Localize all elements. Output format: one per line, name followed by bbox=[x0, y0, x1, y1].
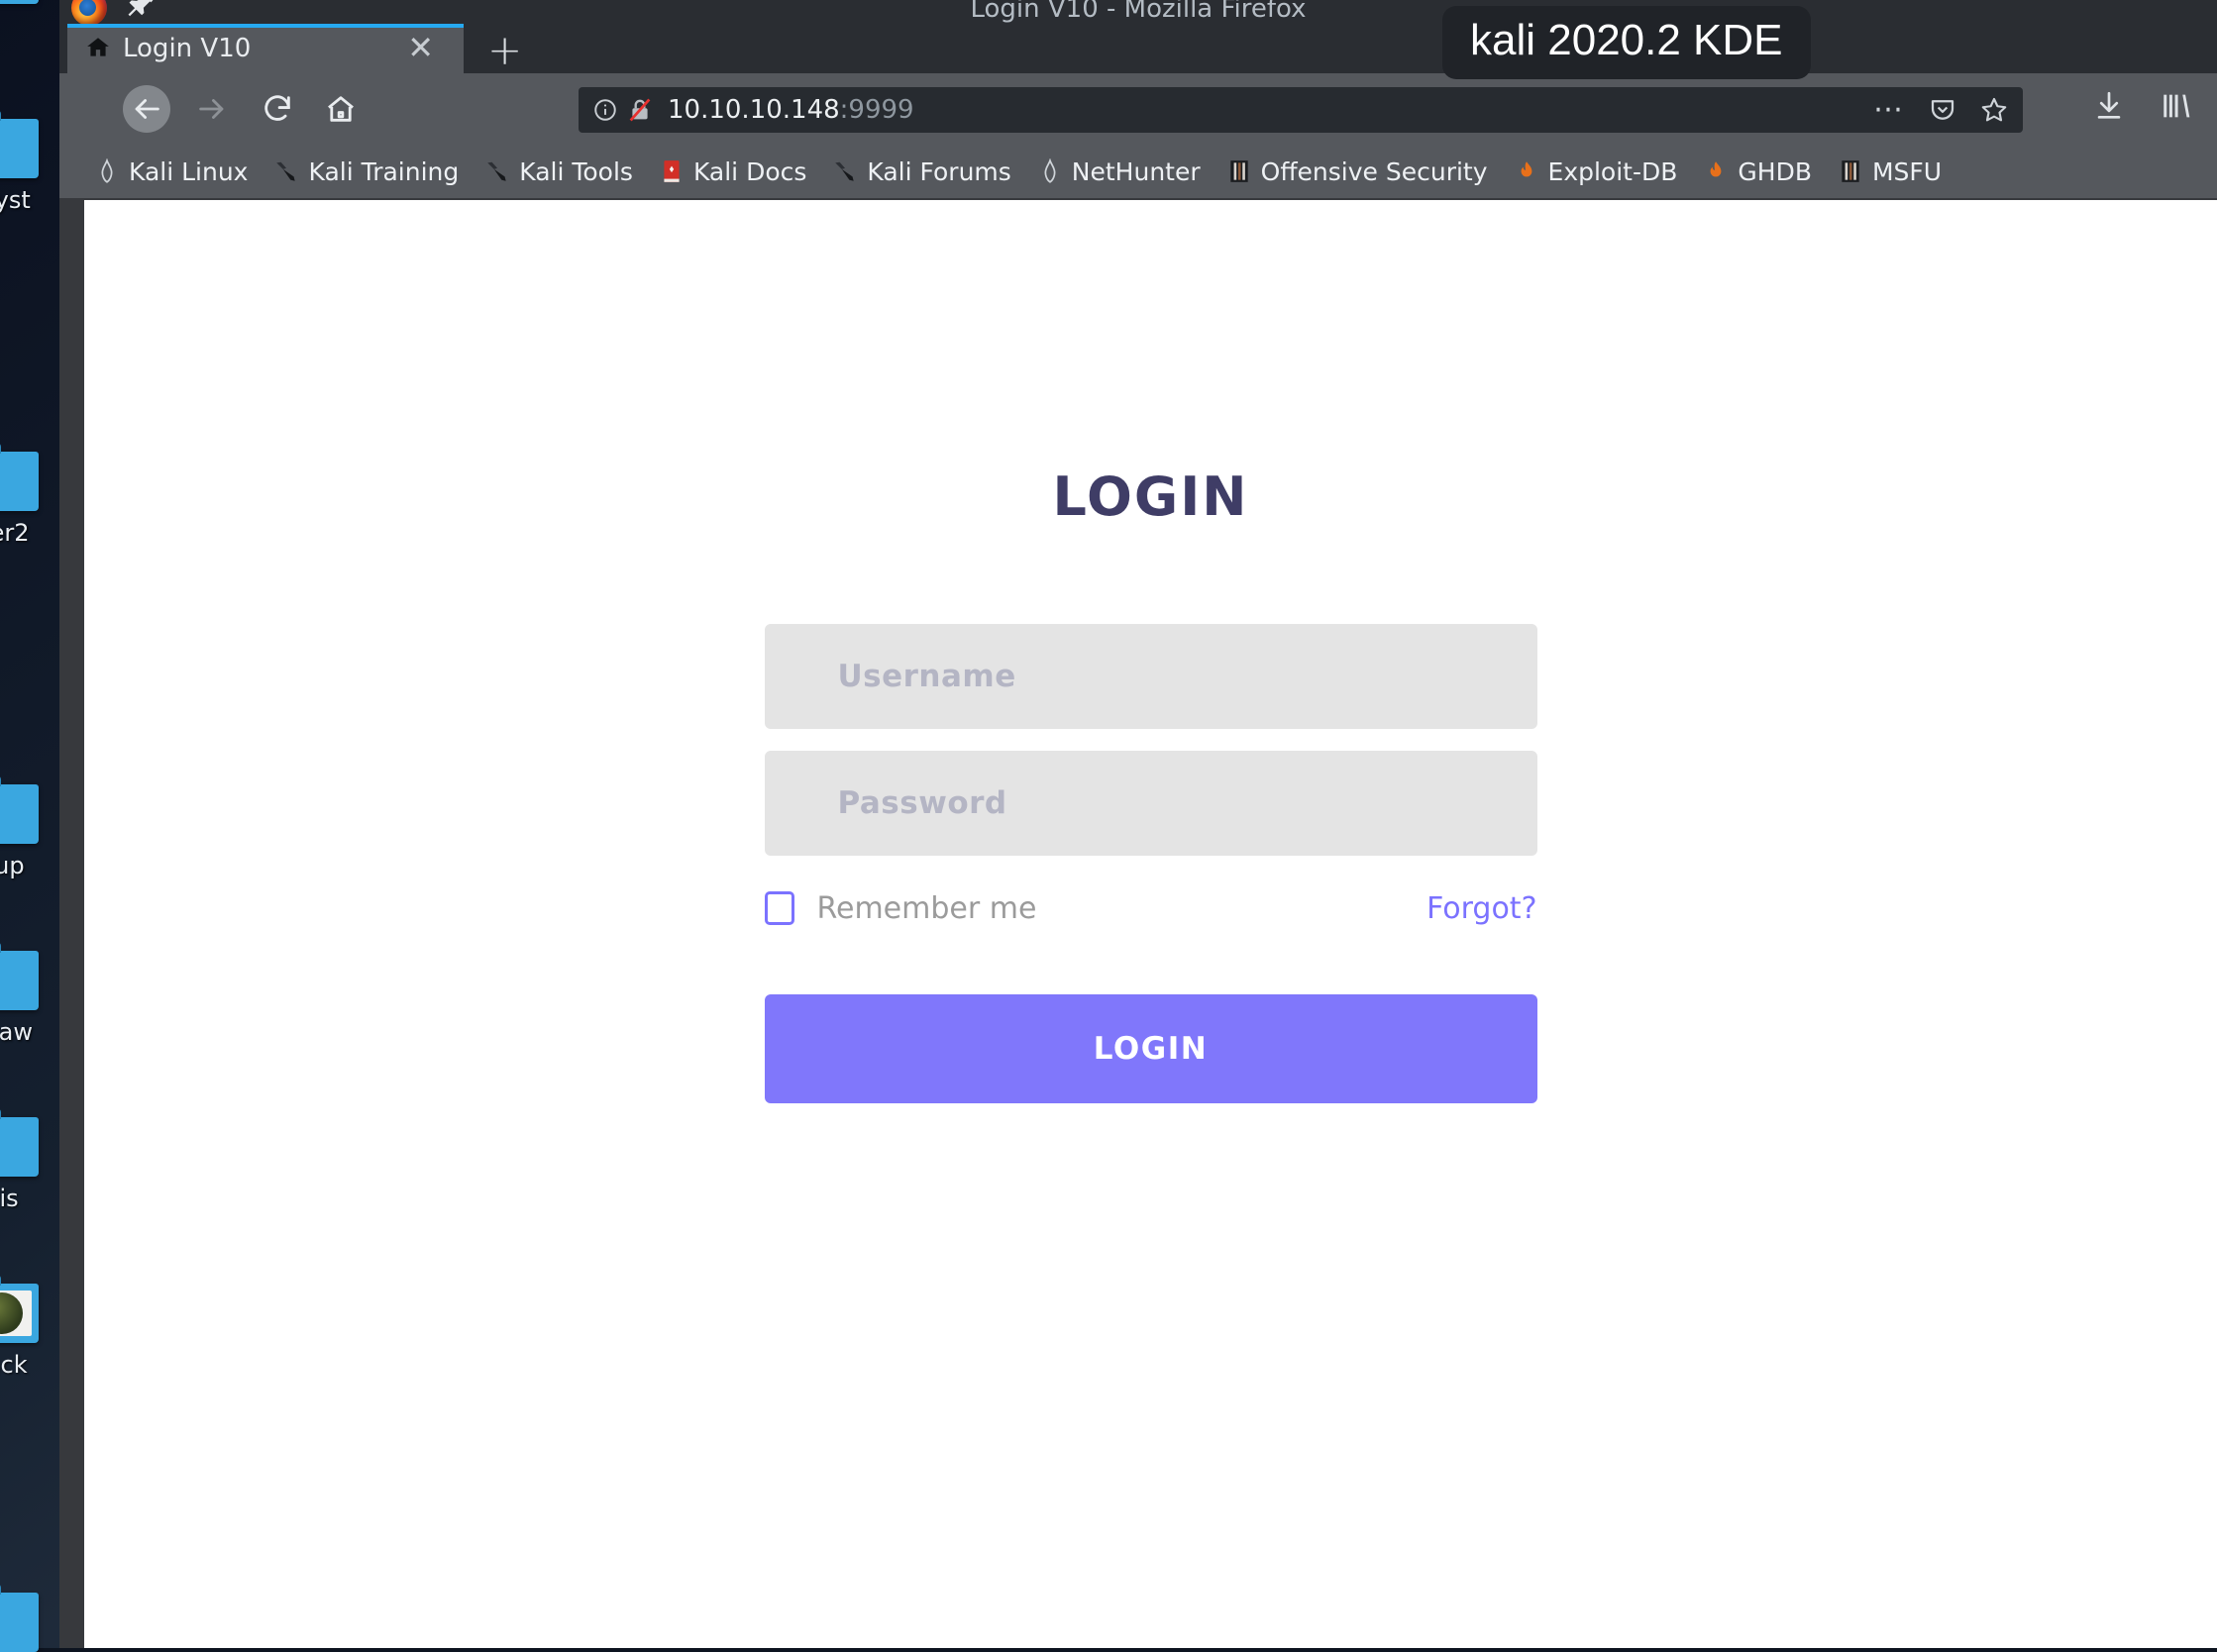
url-host: 10.10.10.148 bbox=[668, 95, 840, 125]
folder-icon bbox=[0, 452, 39, 511]
desktop-icon-label: eup bbox=[0, 852, 52, 879]
bookmark-label: Kali Linux bbox=[129, 157, 248, 186]
remember-me-label: Remember me bbox=[817, 891, 1037, 926]
tab-title: Login V10 bbox=[123, 34, 251, 63]
bookmark-label: Kali Tools bbox=[519, 157, 633, 186]
desktop-icon[interactable]: eup bbox=[0, 784, 52, 879]
exploitdb-flame-icon bbox=[1703, 158, 1729, 184]
bookmark-kali-forums[interactable]: Kali Forums bbox=[819, 155, 1023, 189]
kali-docs-book-icon bbox=[659, 158, 685, 184]
info-circle-icon[interactable] bbox=[592, 97, 618, 123]
window-titlebar: Login V10 - Mozilla Firefox bbox=[59, 0, 2217, 24]
password-placeholder: Password bbox=[838, 785, 1007, 821]
login-page: LOGIN Username Password Remember me Forg… bbox=[84, 200, 2217, 1648]
kali-dragon-icon bbox=[1037, 158, 1063, 184]
kali-sword-icon bbox=[273, 158, 299, 184]
desktop-icon[interactable]: her2 bbox=[0, 452, 52, 547]
kali-sword-icon bbox=[484, 158, 510, 184]
kali-dragon-icon bbox=[94, 158, 120, 184]
back-button[interactable] bbox=[123, 85, 170, 133]
desktop-icon-label: nsaw bbox=[0, 1018, 52, 1046]
offsec-icon bbox=[1838, 158, 1863, 184]
ellipsis-icon[interactable]: ⋯ bbox=[1873, 104, 1906, 116]
image-folder-icon bbox=[0, 0, 39, 4]
kali-version-watermark: kali 2020.2 KDE bbox=[1442, 6, 1811, 79]
folder-icon bbox=[0, 1593, 39, 1652]
desktop-icon[interactable]: tack bbox=[0, 1284, 52, 1379]
download-icon[interactable] bbox=[2092, 89, 2126, 123]
desktop-icon[interactable] bbox=[0, 1593, 52, 1652]
star-icon[interactable] bbox=[1979, 95, 2009, 125]
url-text: 10.10.10.148:9999 bbox=[668, 95, 914, 125]
browser-tab-login-v10[interactable]: Login V10 ✕ bbox=[67, 24, 464, 73]
desktop-icon[interactable]: vis bbox=[0, 1117, 52, 1212]
bookmark-label: Offensive Security bbox=[1261, 157, 1488, 186]
password-input[interactable]: Password bbox=[765, 751, 1537, 856]
home-button[interactable] bbox=[317, 85, 365, 133]
folder-icon bbox=[0, 1117, 39, 1177]
bookmark-ghdb[interactable]: GHDB bbox=[1690, 155, 1825, 189]
forgot-password-link[interactable]: Forgot? bbox=[1426, 891, 1536, 926]
desktop-icon[interactable]: alyst bbox=[0, 119, 52, 214]
bookmark-kali-docs[interactable]: Kali Docs bbox=[646, 155, 819, 189]
tab-close-icon[interactable]: ✕ bbox=[407, 32, 434, 63]
bookmarks-toolbar: Kali Linux Kali Training Kali Tools Kali… bbox=[59, 145, 2217, 198]
bookmark-label: Exploit-DB bbox=[1548, 157, 1678, 186]
bookmark-nethunter[interactable]: NetHunter bbox=[1024, 155, 1214, 189]
bookmark-label: Kali Training bbox=[308, 157, 459, 186]
home-icon bbox=[324, 92, 358, 126]
desktop-icon[interactable]: nsaw bbox=[0, 951, 52, 1046]
window-title: Login V10 - Mozilla Firefox bbox=[59, 0, 2217, 24]
lock-crossed-icon[interactable] bbox=[626, 96, 654, 124]
bookmark-kali-linux[interactable]: Kali Linux bbox=[81, 155, 261, 189]
address-bar[interactable]: 10.10.10.148:9999 ⋯ bbox=[579, 87, 2023, 133]
desktop-icon-label: tack bbox=[0, 1351, 52, 1379]
remember-me-checkbox[interactable] bbox=[765, 891, 794, 925]
bookmark-kali-training[interactable]: Kali Training bbox=[261, 155, 472, 189]
tab-strip: Login V10 ✕ + bbox=[59, 24, 2217, 73]
login-form: LOGIN Username Password Remember me Forg… bbox=[765, 465, 1537, 1103]
kali-sword-icon bbox=[832, 158, 858, 184]
arrow-left-icon bbox=[130, 92, 163, 126]
bookmark-offensive-security[interactable]: Offensive Security bbox=[1214, 155, 1501, 189]
new-tab-button[interactable]: + bbox=[487, 30, 522, 71]
bookmark-label: NetHunter bbox=[1072, 157, 1201, 186]
toolbar-right-actions bbox=[2092, 89, 2193, 123]
reload-icon bbox=[261, 92, 294, 126]
bookmark-label: Kali Forums bbox=[867, 157, 1010, 186]
image-folder-icon bbox=[0, 1284, 39, 1343]
forward-button[interactable] bbox=[188, 85, 236, 133]
navigation-toolbar: 10.10.10.148:9999 ⋯ bbox=[59, 73, 2217, 145]
firefox-window: Login V10 - Mozilla Firefox Login V10 ✕ … bbox=[59, 0, 2217, 1648]
bookmark-kali-tools[interactable]: Kali Tools bbox=[472, 155, 646, 189]
username-input[interactable]: Username bbox=[765, 624, 1537, 729]
bookmark-label: GHDB bbox=[1738, 157, 1812, 186]
desktop-icon[interactable] bbox=[0, 0, 52, 4]
desktop-icon-label: her2 bbox=[0, 519, 52, 547]
bookmark-exploit-db[interactable]: Exploit-DB bbox=[1501, 155, 1691, 189]
exploitdb-flame-icon bbox=[1514, 158, 1539, 184]
reload-button[interactable] bbox=[254, 85, 301, 133]
folder-icon bbox=[0, 119, 39, 178]
desktop-icon-label: alyst bbox=[0, 186, 52, 214]
bookmark-msfu[interactable]: MSFU bbox=[1825, 155, 1954, 189]
login-options-row: Remember me Forgot? bbox=[765, 888, 1537, 928]
login-submit-button[interactable]: LOGIN bbox=[765, 994, 1537, 1103]
folder-icon bbox=[0, 784, 39, 844]
pocket-icon[interactable] bbox=[1928, 95, 1957, 125]
page-title: LOGIN bbox=[765, 465, 1537, 528]
folder-icon bbox=[0, 951, 39, 1010]
page-viewport: LOGIN Username Password Remember me Forg… bbox=[84, 200, 2217, 1648]
username-placeholder: Username bbox=[838, 659, 1016, 694]
url-port: :9999 bbox=[840, 95, 914, 125]
bookmark-label: Kali Docs bbox=[693, 157, 806, 186]
desktop-icon-label: vis bbox=[0, 1185, 52, 1212]
home-icon bbox=[85, 35, 111, 60]
library-icon[interactable] bbox=[2160, 89, 2193, 123]
offsec-icon bbox=[1226, 158, 1252, 184]
urlbar-actions: ⋯ bbox=[1873, 95, 2009, 125]
arrow-right-icon bbox=[195, 92, 229, 126]
bookmark-label: MSFU bbox=[1872, 157, 1942, 186]
